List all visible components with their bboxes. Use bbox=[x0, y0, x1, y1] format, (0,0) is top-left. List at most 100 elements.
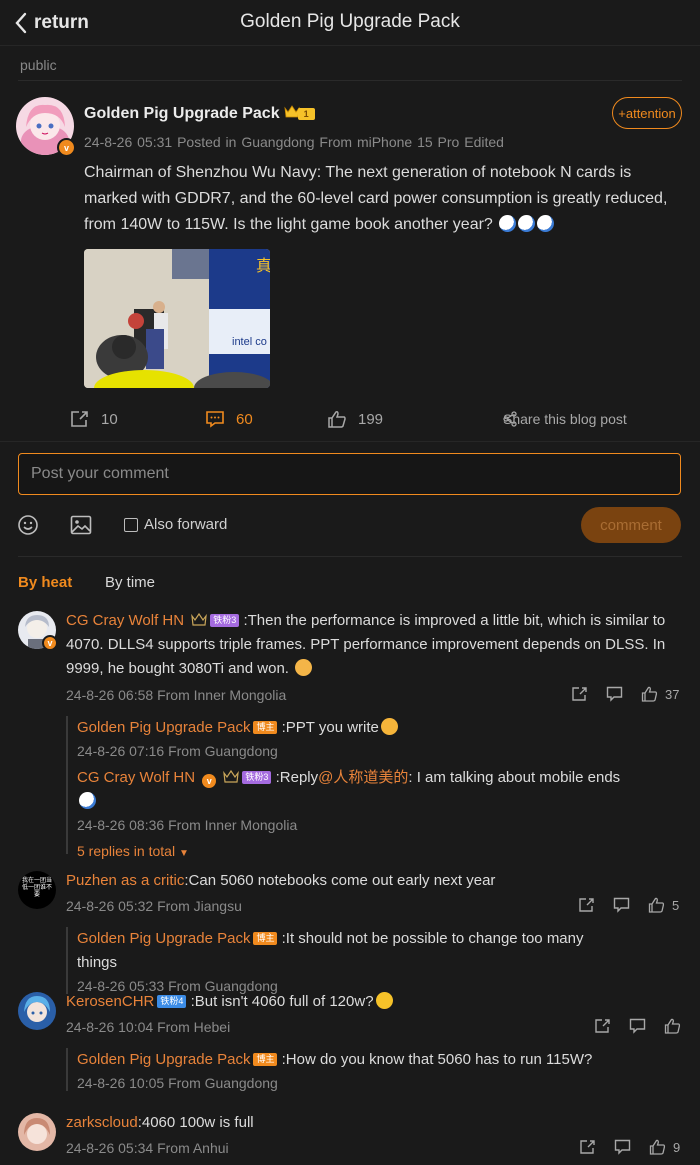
thumbs-up-icon[interactable] bbox=[664, 1018, 681, 1034]
repost-icon bbox=[71, 411, 88, 427]
doge-emoji-icon bbox=[79, 792, 96, 809]
post-image[interactable]: intel co 真 bbox=[84, 249, 270, 388]
comment-item: Puzhen as a critic:Can 5060 notebooks co… bbox=[66, 869, 495, 893]
also-forward-checkbox[interactable]: Also forward bbox=[124, 516, 227, 533]
reply-thread: Golden Pig Upgrade Pack 博主 :It should not… bbox=[66, 927, 626, 994]
image-upload-button[interactable] bbox=[70, 515, 92, 540]
doge-emoji-icon bbox=[537, 215, 555, 232]
commenter-name[interactable]: CG Cray Wolf HN bbox=[66, 612, 184, 629]
post-body: Chairman of Shenzhou Wu Navy: The next g… bbox=[84, 160, 674, 238]
commenter-name[interactable]: Puzhen as a critic bbox=[66, 872, 184, 889]
also-forward-label: Also forward bbox=[144, 516, 228, 533]
visibility-label: public bbox=[20, 57, 57, 73]
repost-icon[interactable] bbox=[571, 686, 588, 702]
reply-item: Golden Pig Upgrade Pack 博主 :It should not… bbox=[77, 927, 626, 975]
emoji-button[interactable] bbox=[17, 514, 39, 541]
comment-text: :But isn't 4060 full of 120w? bbox=[190, 993, 374, 1010]
like-count: 9 bbox=[673, 1139, 681, 1155]
verified-badge-icon: v bbox=[57, 138, 76, 157]
comment-actions bbox=[594, 1018, 681, 1034]
fan-badge: 铁粉3 bbox=[242, 771, 272, 784]
verified-badge-icon: v bbox=[202, 774, 217, 788]
comment-count-button[interactable]: 60 bbox=[205, 408, 253, 430]
reply-text: : I am talking about mobile ends bbox=[408, 769, 621, 786]
commenter-avatar[interactable]: 我在一团当低一团谁不要 bbox=[18, 871, 56, 909]
commenter-name[interactable]: KerosenCHR bbox=[66, 993, 154, 1010]
submit-comment-button[interactable]: comment bbox=[581, 507, 681, 543]
cat-emoji-icon bbox=[295, 659, 313, 676]
comment-meta: 24-8-26 05:34 From Anhui bbox=[66, 1140, 229, 1156]
reply-text: :PPT you write bbox=[281, 719, 379, 736]
share-button[interactable]: Share this blog post bbox=[503, 408, 627, 430]
repost-button[interactable]: 10 bbox=[70, 408, 118, 430]
comment-icon[interactable] bbox=[629, 1018, 646, 1034]
repost-icon[interactable] bbox=[579, 1139, 596, 1155]
comment-actions: 37 bbox=[571, 686, 679, 702]
reply-meta: 24-8-26 08:36 From Inner Mongolia bbox=[77, 817, 298, 833]
smiley-icon bbox=[18, 515, 38, 535]
repost-icon[interactable] bbox=[578, 897, 595, 913]
comment-meta: 24-8-26 10:04 From Hebei bbox=[66, 1019, 231, 1035]
thumbs-up-icon[interactable] bbox=[641, 686, 658, 702]
banner-text: intel co bbox=[232, 336, 267, 348]
comment-meta: 24-8-26 06:58 From Inner Mongolia bbox=[66, 687, 287, 703]
share-icon bbox=[503, 411, 517, 427]
replier-name[interactable]: CG Cray Wolf HN bbox=[77, 769, 195, 786]
checkbox-box[interactable] bbox=[124, 517, 138, 532]
repost-icon[interactable] bbox=[594, 1018, 611, 1034]
thumbs-up-icon[interactable] bbox=[648, 897, 665, 913]
reply-text: :How do you know that 5060 has to run 11… bbox=[281, 1051, 593, 1068]
comment-item: zarkscloud:4060 100w is full bbox=[66, 1111, 254, 1135]
mention-link[interactable]: @人称道美的 bbox=[318, 769, 408, 786]
crown-icon bbox=[223, 769, 240, 783]
author-badge: 博主 bbox=[253, 721, 278, 734]
replier-name[interactable]: Golden Pig Upgrade Pack bbox=[77, 1051, 250, 1068]
comment-actions: 9 bbox=[579, 1139, 680, 1155]
crown-icon bbox=[191, 612, 208, 626]
comment-icon[interactable] bbox=[614, 1139, 631, 1155]
reply-meta: 24-8-26 10:05 From Guangdong bbox=[77, 1075, 278, 1091]
fan-badge: 铁粉3 bbox=[210, 614, 240, 627]
author-name[interactable]: Golden Pig Upgrade Pack bbox=[84, 105, 280, 123]
tab-by-time[interactable]: By time bbox=[105, 574, 155, 591]
divider bbox=[0, 441, 700, 442]
more-replies-link[interactable]: 5 replies in total ▼ bbox=[77, 843, 626, 859]
replier-name[interactable]: Golden Pig Upgrade Pack bbox=[77, 930, 250, 947]
share-label: Share this blog post bbox=[503, 411, 627, 427]
commenter-avatar[interactable] bbox=[18, 1113, 56, 1151]
comment-icon[interactable] bbox=[606, 686, 623, 702]
fan-badge: 铁粉4 bbox=[157, 995, 187, 1008]
reply-item: Golden Pig Upgrade Pack 博主 :How do you kn… bbox=[77, 1048, 626, 1072]
comment-input[interactable] bbox=[18, 453, 681, 495]
comment-count: 60 bbox=[236, 410, 253, 428]
like-button[interactable]: 199 bbox=[327, 408, 383, 430]
caret-down-icon: ▼ bbox=[178, 848, 189, 859]
page-title: Golden Pig Upgrade Pack bbox=[240, 11, 460, 32]
comment-icon[interactable] bbox=[613, 897, 630, 913]
like-count: 37 bbox=[665, 686, 680, 702]
comment-actions: 5 bbox=[578, 897, 679, 913]
avatar-text: 我在一团当低一团谁不要 bbox=[22, 877, 53, 898]
comment-text: :Can 5060 notebooks come out early next … bbox=[184, 872, 496, 889]
thumbs-up-icon[interactable] bbox=[649, 1139, 666, 1155]
post-text: Chairman of Shenzhou Wu Navy: The next g… bbox=[84, 164, 668, 233]
reply-meta: 24-8-26 07:16 From Guangdong bbox=[77, 743, 278, 759]
reply-item: CG Cray Wolf HN v 铁粉3 :Reply@人称道美的: I am… bbox=[77, 766, 626, 814]
banner-cjk: 真 bbox=[256, 256, 270, 275]
comment-icon bbox=[206, 411, 224, 428]
level-badge: 1 bbox=[297, 107, 315, 120]
comment-meta: 24-8-26 05:32 From Jiangsu bbox=[66, 898, 242, 914]
like-count: 199 bbox=[358, 410, 384, 428]
more-replies-label: 5 replies in total bbox=[77, 843, 176, 859]
replier-name[interactable]: Golden Pig Upgrade Pack bbox=[77, 719, 250, 736]
doge-emoji-icon bbox=[499, 215, 517, 232]
like-count: 5 bbox=[672, 897, 680, 913]
reply-thread: Golden Pig Upgrade Pack 博主 :How do you kn… bbox=[66, 1048, 626, 1091]
thumbs-up-icon bbox=[328, 411, 346, 428]
author-row: Golden Pig Upgrade Pack 1 bbox=[84, 104, 315, 123]
follow-button[interactable]: +attention bbox=[612, 97, 682, 129]
tab-by-heat[interactable]: By heat bbox=[18, 574, 72, 591]
post-meta: 24-8-26 05:31 Posted in Guangdong From m… bbox=[84, 134, 504, 150]
commenter-avatar[interactable] bbox=[18, 992, 56, 1030]
commenter-name[interactable]: zarkscloud bbox=[66, 1114, 138, 1131]
